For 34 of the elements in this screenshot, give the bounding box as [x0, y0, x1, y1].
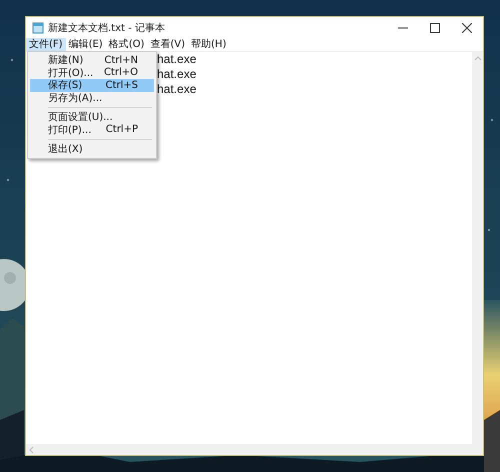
- menu-item[interactable]: 查看(V): [147, 38, 188, 51]
- menu-entry-label: 新建(N): [48, 54, 84, 68]
- menu-item[interactable]: 格式(O): [106, 38, 148, 51]
- scroll-left-icon[interactable]: [29, 446, 34, 454]
- menu-entry-label: 退出(X): [48, 142, 83, 156]
- window-title: 新建文本文档.txt - 记事本: [48, 22, 165, 34]
- menu-entry[interactable]: 页面设置(U)...: [30, 111, 154, 124]
- text-line: hat.exe: [157, 82, 196, 96]
- menu-entry-label: 打开(O)...: [48, 66, 94, 80]
- vertical-scrollbar[interactable]: [472, 52, 483, 444]
- shortcut-label: Ctrl+S: [105, 80, 138, 91]
- text-line: hat.exe: [157, 67, 196, 81]
- menu-entry[interactable]: 打印(P)... Ctrl+P: [30, 124, 154, 136]
- notepad-icon: [32, 22, 44, 34]
- menu-item[interactable]: 帮助(H): [188, 38, 230, 51]
- text-line: hat.exe: [157, 52, 196, 66]
- menu-entry-label: 页面设置(U)...: [48, 110, 113, 124]
- close-icon: [462, 22, 472, 32]
- horizontal-scrollbar[interactable]: [26, 444, 483, 455]
- menu-item[interactable]: 编辑(E): [66, 38, 106, 51]
- shortcut-label: Ctrl+N: [104, 54, 138, 66]
- shortcut-label: Ctrl+O: [104, 67, 138, 78]
- menu-entry-label: 另存为(A)...: [48, 92, 102, 105]
- menu-entry-label: 打印(P)...: [48, 124, 92, 137]
- maximize-icon: [430, 22, 440, 32]
- menu-entry[interactable]: 保存(S) Ctrl+S: [30, 79, 154, 92]
- menu-entry[interactable]: 另存为(A)...: [30, 92, 154, 104]
- scroll-up-icon[interactable]: [474, 56, 482, 61]
- menu-entry[interactable]: 退出(X): [30, 143, 154, 156]
- shortcut-label: Ctrl+P: [106, 124, 138, 136]
- menu-entry[interactable]: 打开(O)... Ctrl+O: [30, 66, 154, 79]
- menu-item[interactable]: 文件(F): [26, 38, 66, 51]
- menu-entry-label: 保存(S): [48, 79, 82, 92]
- menu-entry[interactable]: 新建(N) Ctrl+N: [30, 54, 154, 66]
